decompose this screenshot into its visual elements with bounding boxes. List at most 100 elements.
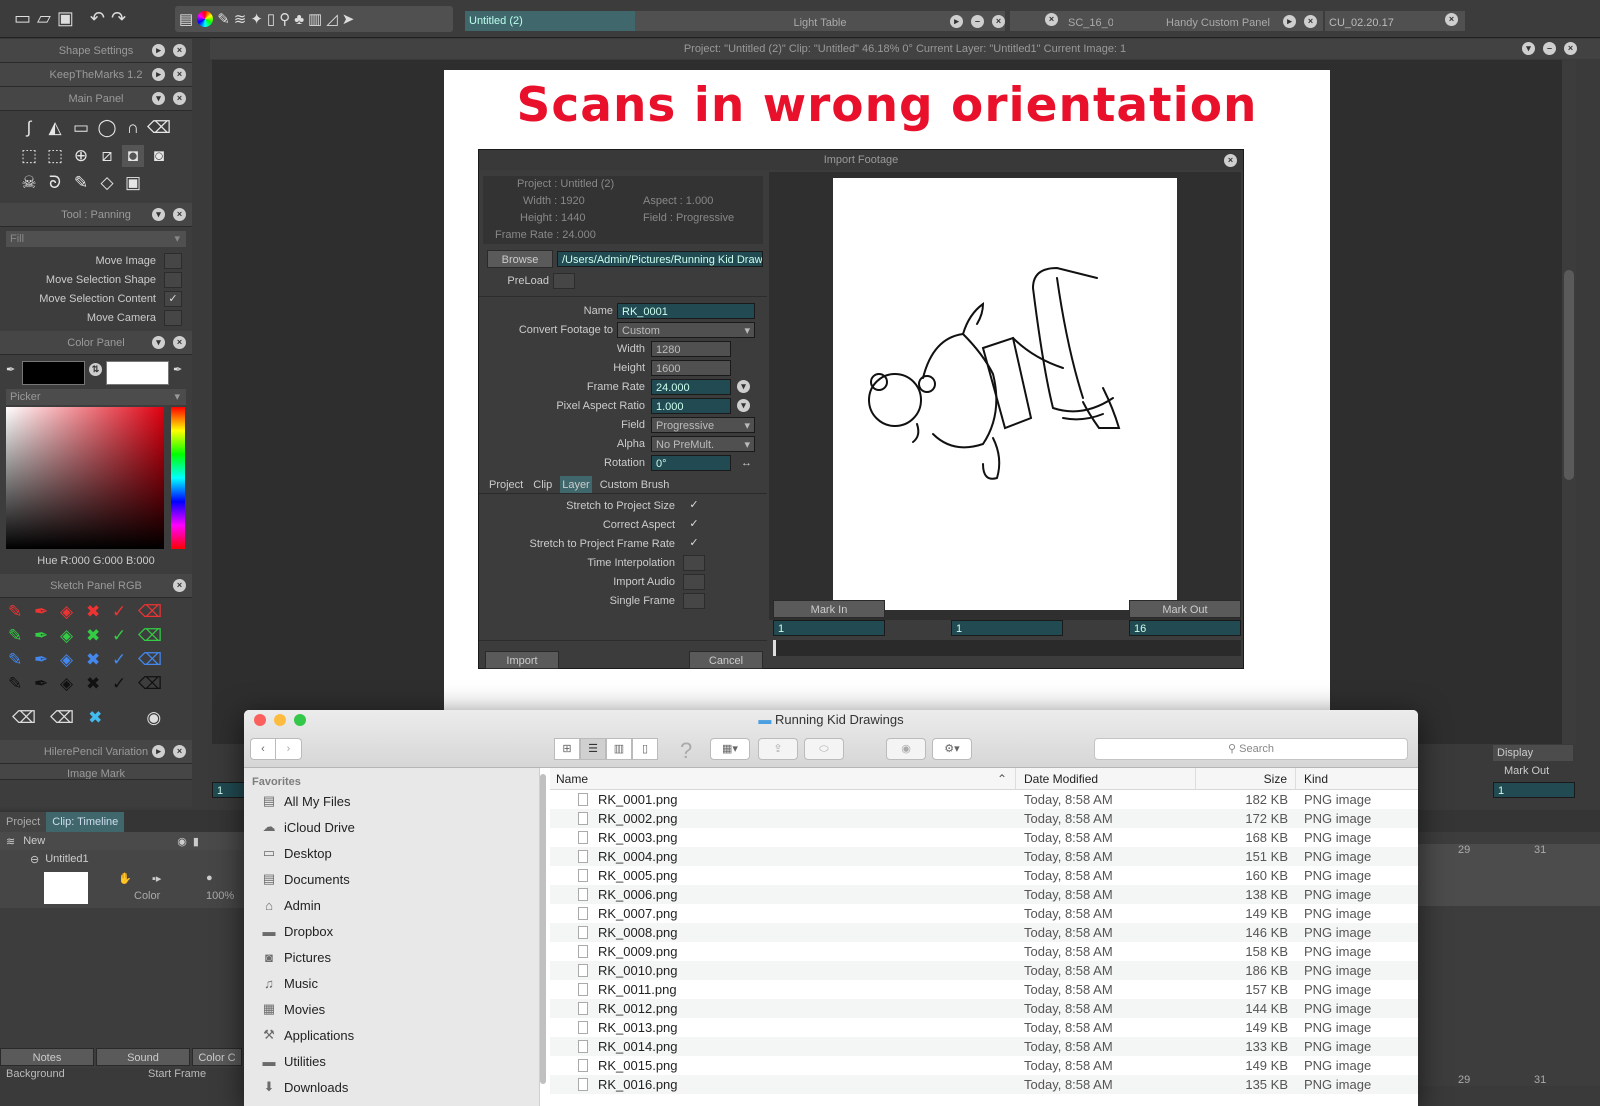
name-field[interactable]: RK_0001 [617,302,755,319]
file-row[interactable]: RK_0016.png Today, 8:58 AM 135 KB PNG image [550,1075,1418,1094]
red-eraser-icon[interactable]: ⌫ [138,602,164,622]
sketch-panel-title[interactable]: Sketch Panel RGB × [0,574,192,598]
frame-rate-field[interactable]: 24.000 [651,378,731,395]
blue-pencil-icon[interactable]: ✒ [34,650,60,670]
new-layer-select[interactable]: New [23,835,45,847]
camera-icon[interactable]: ▪▸ [152,872,161,885]
blue-brush-icon[interactable]: ✓ [112,650,138,670]
paper-icon[interactable]: ◇ [96,172,118,194]
file-row[interactable]: RK_0002.png Today, 8:58 AM 172 KB PNG image [550,809,1418,828]
pencil-icon[interactable]: ✎ [70,172,92,194]
close-icon[interactable]: × [173,68,186,81]
date-column-header[interactable]: Date Modified [1016,768,1196,789]
vertical-scrollbar[interactable] [1562,60,1576,750]
sidebar-item-movies[interactable]: ▦ Movies [244,996,539,1022]
import-option-row[interactable]: Time Interpolation [479,553,767,572]
close-icon[interactable]: × [173,745,186,758]
tool-option-checkbox[interactable] [164,271,182,288]
minimize-icon[interactable]: – [1543,42,1556,55]
import-option-row[interactable]: Import Audio [479,572,767,591]
preload-checkbox[interactable] [553,273,575,289]
file-row[interactable]: RK_0004.png Today, 8:58 AM 151 KB PNG image [550,847,1418,866]
current-frame-field[interactable]: 1 [951,620,1063,636]
color-gradient[interactable] [6,407,164,549]
open-folder-icon[interactable]: ▱ [37,8,51,29]
send-icon[interactable]: ➤ [342,10,355,28]
play-icon[interactable]: ▸ [950,15,963,28]
height-field[interactable]: 1600 [651,359,731,376]
layers-icon[interactable]: ≋ [234,10,247,28]
library-icon[interactable]: ▥ [308,10,322,28]
scrub-bar[interactable] [773,640,1241,656]
swirl-icon[interactable]: ᘐ [44,172,66,194]
close-icon[interactable]: × [1045,13,1058,26]
dropdown-icon[interactable]: ▾ [152,336,165,349]
import-option-row[interactable]: Single Frame [479,591,767,610]
tab-document[interactable]: Untitled (2) [465,11,635,31]
blue-pen-icon[interactable]: ✎ [8,650,34,670]
tool-panning-title[interactable]: Tool : Panning ▾ × [0,203,192,227]
mark-out-button[interactable]: Mark Out [1129,600,1241,618]
sidebar-item-all-my-files[interactable]: ▤ All My Files [244,788,539,814]
sidebar-item-admin[interactable]: ⌂ Admin [244,892,539,918]
blue-fill-icon[interactable]: ◈ [60,650,86,670]
import-option-row[interactable]: Stretch to Project Frame Rate ✓ [479,534,767,553]
sidebar-item-utilities[interactable]: ▬ Utilities [244,1048,539,1074]
share-button[interactable]: ⇪ [758,738,798,760]
play-icon[interactable]: ▸ [152,68,165,81]
lightbulb-icon[interactable]: ✦ [250,10,263,28]
blue-x-icon[interactable]: ✖ [86,650,112,670]
width-field[interactable]: 1280 [651,340,731,357]
redo-icon[interactable]: ↷ [111,8,126,29]
green-pen-icon[interactable]: ✎ [8,626,34,646]
skull-icon[interactable]: ☠ [18,172,40,194]
import-option-checkbox[interactable]: ✓ [683,498,705,514]
file-row[interactable]: RK_0012.png Today, 8:58 AM 144 KB PNG image [550,999,1418,1018]
red-brush-icon[interactable]: ✓ [112,602,138,622]
lock-icon[interactable]: ▮ [193,835,199,848]
save-icon[interactable]: ▣ [57,8,74,29]
undo-icon[interactable]: ↶ [90,8,105,29]
play-icon[interactable]: ▸ [152,44,165,57]
collapse-icon[interactable]: ⊖ [30,853,39,866]
file-row[interactable]: RK_0008.png Today, 8:58 AM 146 KB PNG image [550,923,1418,942]
toolbox-icon[interactable]: ▤ [179,10,193,28]
rectangle-icon[interactable]: ▭ [70,117,92,139]
eye-icon[interactable]: ◉ [177,835,187,848]
file-row[interactable]: RK_0015.png Today, 8:58 AM 149 KB PNG image [550,1056,1418,1075]
import-option-row[interactable]: Correct Aspect ✓ [479,515,767,534]
dot-icon[interactable]: ● [206,872,213,884]
sidebar-item-desktop[interactable]: ▭ Desktop [244,840,539,866]
import-tab-clip[interactable]: Clip [531,476,554,493]
dropdown-icon[interactable]: ▾ [1522,42,1535,55]
fill-select[interactable]: Fill ▾ [6,231,186,247]
green-pencil-icon[interactable]: ✒ [34,626,60,646]
black-fill-icon[interactable]: ◈ [60,674,86,694]
select-shape-icon[interactable]: ⬚ [44,145,66,167]
list-view-button[interactable]: ☰ [580,738,606,760]
blue-eraser-icon[interactable]: ⌫ [138,650,164,670]
eraser-icon[interactable]: ⌫ [12,708,36,728]
par-field[interactable]: 1.000 [651,397,731,414]
cancel-button[interactable]: Cancel [689,651,763,669]
tool-option-checkbox[interactable] [164,252,182,269]
mark-out-field[interactable]: 16 [1129,620,1241,636]
file-row[interactable]: RK_0001.png Today, 8:58 AM 182 KB PNG image [550,790,1418,809]
sidebar-scrollbar[interactable] [540,774,546,1084]
color-wheel-icon[interactable] [197,11,214,27]
image-mark-title[interactable]: Image Mark [0,764,192,780]
arrange-button[interactable]: ▦▾ [710,738,750,760]
zoom-icon[interactable]: ⊕ [70,145,92,167]
import-tab-layer[interactable]: Layer [560,476,592,493]
ruler-icon[interactable]: ◿ [326,10,338,28]
icon-view-button[interactable]: ⊞ [554,738,580,760]
file-row[interactable]: RK_0013.png Today, 8:58 AM 149 KB PNG image [550,1018,1418,1037]
opacity-value[interactable]: 100% [206,890,234,902]
file-row[interactable]: RK_0011.png Today, 8:58 AM 157 KB PNG image [550,980,1418,999]
import-option-checkbox[interactable] [683,554,705,571]
close-icon[interactable]: × [1224,154,1237,167]
black-pen-icon[interactable]: ✎ [8,674,34,694]
sidebar-item-dropbox[interactable]: ▬ Dropbox [244,918,539,944]
close-icon[interactable]: × [1445,13,1458,26]
red-pen-icon[interactable]: ✎ [8,602,34,622]
